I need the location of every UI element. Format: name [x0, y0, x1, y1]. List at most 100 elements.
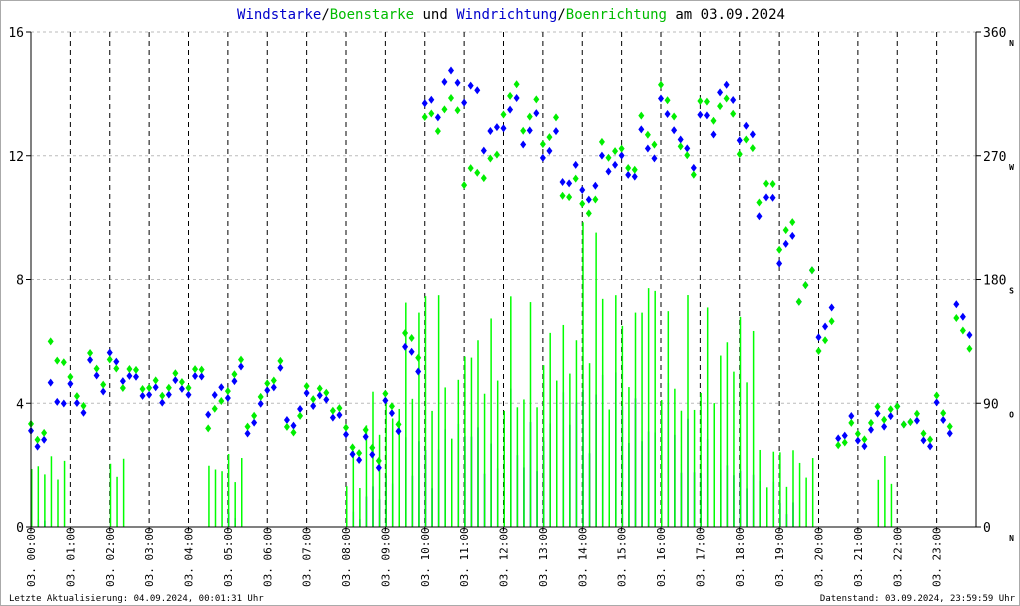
- bar-boenstarke: [877, 479, 880, 527]
- point-boenrichtung: [513, 80, 520, 89]
- point-boenrichtung: [178, 378, 185, 387]
- bar-boenstarke: [779, 452, 781, 527]
- bar-boenstarke: [549, 332, 551, 527]
- bar-boenstarke: [424, 296, 427, 527]
- point-windrichtung: [822, 322, 829, 331]
- point-boenrichtung: [192, 365, 199, 374]
- point-boenrichtung: [493, 150, 500, 159]
- bar-boenstarke: [556, 380, 558, 527]
- point-windrichtung: [500, 124, 507, 133]
- point-boenrichtung: [966, 344, 973, 353]
- bar-boenstarke: [470, 357, 473, 527]
- point-windrichtung: [507, 105, 514, 114]
- point-windrichtung: [303, 388, 310, 397]
- title-part: /: [557, 7, 565, 23]
- point-boenrichtung: [224, 387, 231, 396]
- point-boenrichtung: [782, 226, 789, 235]
- point-boenrichtung: [434, 127, 441, 136]
- point-windrichtung: [264, 386, 271, 395]
- point-windrichtung: [946, 429, 953, 438]
- x-tick-label: 03. 12:00: [498, 527, 511, 587]
- point-windrichtung: [297, 404, 304, 413]
- point-boenrichtung: [612, 147, 619, 156]
- bar-boenstarke: [746, 382, 748, 527]
- bar-boenstarke: [227, 454, 230, 527]
- point-boenrichtung: [881, 415, 888, 424]
- bar-boenstarke: [680, 410, 683, 527]
- point-windrichtung: [927, 442, 934, 451]
- point-windrichtung: [730, 96, 737, 105]
- point-windrichtung: [513, 94, 520, 103]
- point-boenrichtung: [126, 364, 133, 373]
- x-tick-label: 03. 21:00: [852, 527, 865, 587]
- point-windrichtung: [362, 432, 369, 441]
- point-boenrichtung: [677, 142, 684, 151]
- point-boenrichtung: [940, 409, 947, 418]
- point-boenrichtung: [343, 423, 349, 432]
- x-tick-label: 03. 20:00: [813, 527, 826, 587]
- point-windrichtung: [323, 395, 330, 404]
- x-tick-label: 03. 19:00: [773, 527, 786, 587]
- point-boenrichtung: [290, 428, 297, 437]
- x-tick-label: 03. 13:00: [537, 527, 550, 587]
- point-boenrichtung: [244, 422, 251, 431]
- point-windrichtung: [631, 172, 638, 181]
- x-tick-label: 03. 23:00: [931, 527, 944, 587]
- point-boenrichtung: [185, 383, 192, 392]
- bar-boenstarke: [601, 298, 604, 527]
- y-right-tick-label: 270: [983, 150, 1006, 165]
- point-windrichtung: [93, 371, 100, 380]
- point-windrichtung: [67, 379, 74, 388]
- point-boenrichtung: [572, 174, 579, 183]
- x-tick-label: 03. 01:00: [64, 527, 77, 587]
- point-boenrichtung: [828, 317, 835, 326]
- compass-label: O: [1009, 410, 1014, 419]
- point-windrichtung: [526, 126, 533, 135]
- compass-label: N: [1009, 534, 1014, 543]
- point-boenrichtung: [697, 96, 704, 105]
- bar-boenstarke: [372, 391, 374, 527]
- point-boenrichtung: [467, 164, 474, 173]
- point-windrichtung: [749, 130, 756, 139]
- point-boenrichtung: [749, 144, 756, 153]
- x-tick-label: 03. 18:00: [734, 527, 747, 587]
- title-part: und: [414, 7, 456, 23]
- point-boenrichtung: [927, 435, 934, 444]
- point-boenrichtung: [848, 418, 855, 427]
- point-boenrichtung: [644, 130, 651, 139]
- point-windrichtung: [848, 412, 855, 421]
- point-windrichtung: [290, 421, 297, 430]
- bar-boenstarke: [241, 458, 243, 527]
- point-windrichtung: [828, 303, 835, 312]
- point-boenrichtung: [218, 396, 225, 405]
- point-boenrichtung: [388, 402, 395, 411]
- y-left-tick-label: 4: [16, 397, 24, 412]
- point-windrichtung: [343, 430, 349, 439]
- point-windrichtung: [41, 435, 48, 444]
- bar-boenstarke: [621, 325, 624, 527]
- point-windrichtung: [244, 429, 251, 438]
- point-boenrichtung: [539, 140, 546, 149]
- point-boenrichtung: [743, 135, 750, 144]
- point-windrichtung: [87, 355, 94, 364]
- point-boenrichtung: [553, 113, 559, 122]
- point-windrichtung: [717, 88, 724, 97]
- bar-boenstarke: [496, 380, 499, 527]
- point-windrichtung: [756, 212, 763, 221]
- point-boenrichtung: [428, 109, 435, 118]
- footer-data-state: Datenstand: 03.09.2024, 23:59:59 Uhr: [820, 594, 1016, 604]
- bar-boenstarke: [109, 463, 112, 527]
- bar-boenstarke: [477, 340, 479, 527]
- point-windrichtung: [553, 127, 559, 136]
- bar-boenstarke: [562, 324, 565, 527]
- point-windrichtung: [356, 456, 363, 465]
- point-windrichtung: [106, 348, 113, 357]
- bar-boenstarke: [569, 373, 571, 527]
- x-tick-label: 03. 17:00: [694, 527, 707, 587]
- bar-boenstarke: [733, 371, 735, 527]
- point-windrichtung: [546, 146, 553, 155]
- y-right-tick-label: 180: [983, 274, 1006, 289]
- point-boenrichtung: [336, 404, 343, 413]
- point-windrichtung: [841, 431, 848, 440]
- point-boenrichtung: [198, 365, 205, 374]
